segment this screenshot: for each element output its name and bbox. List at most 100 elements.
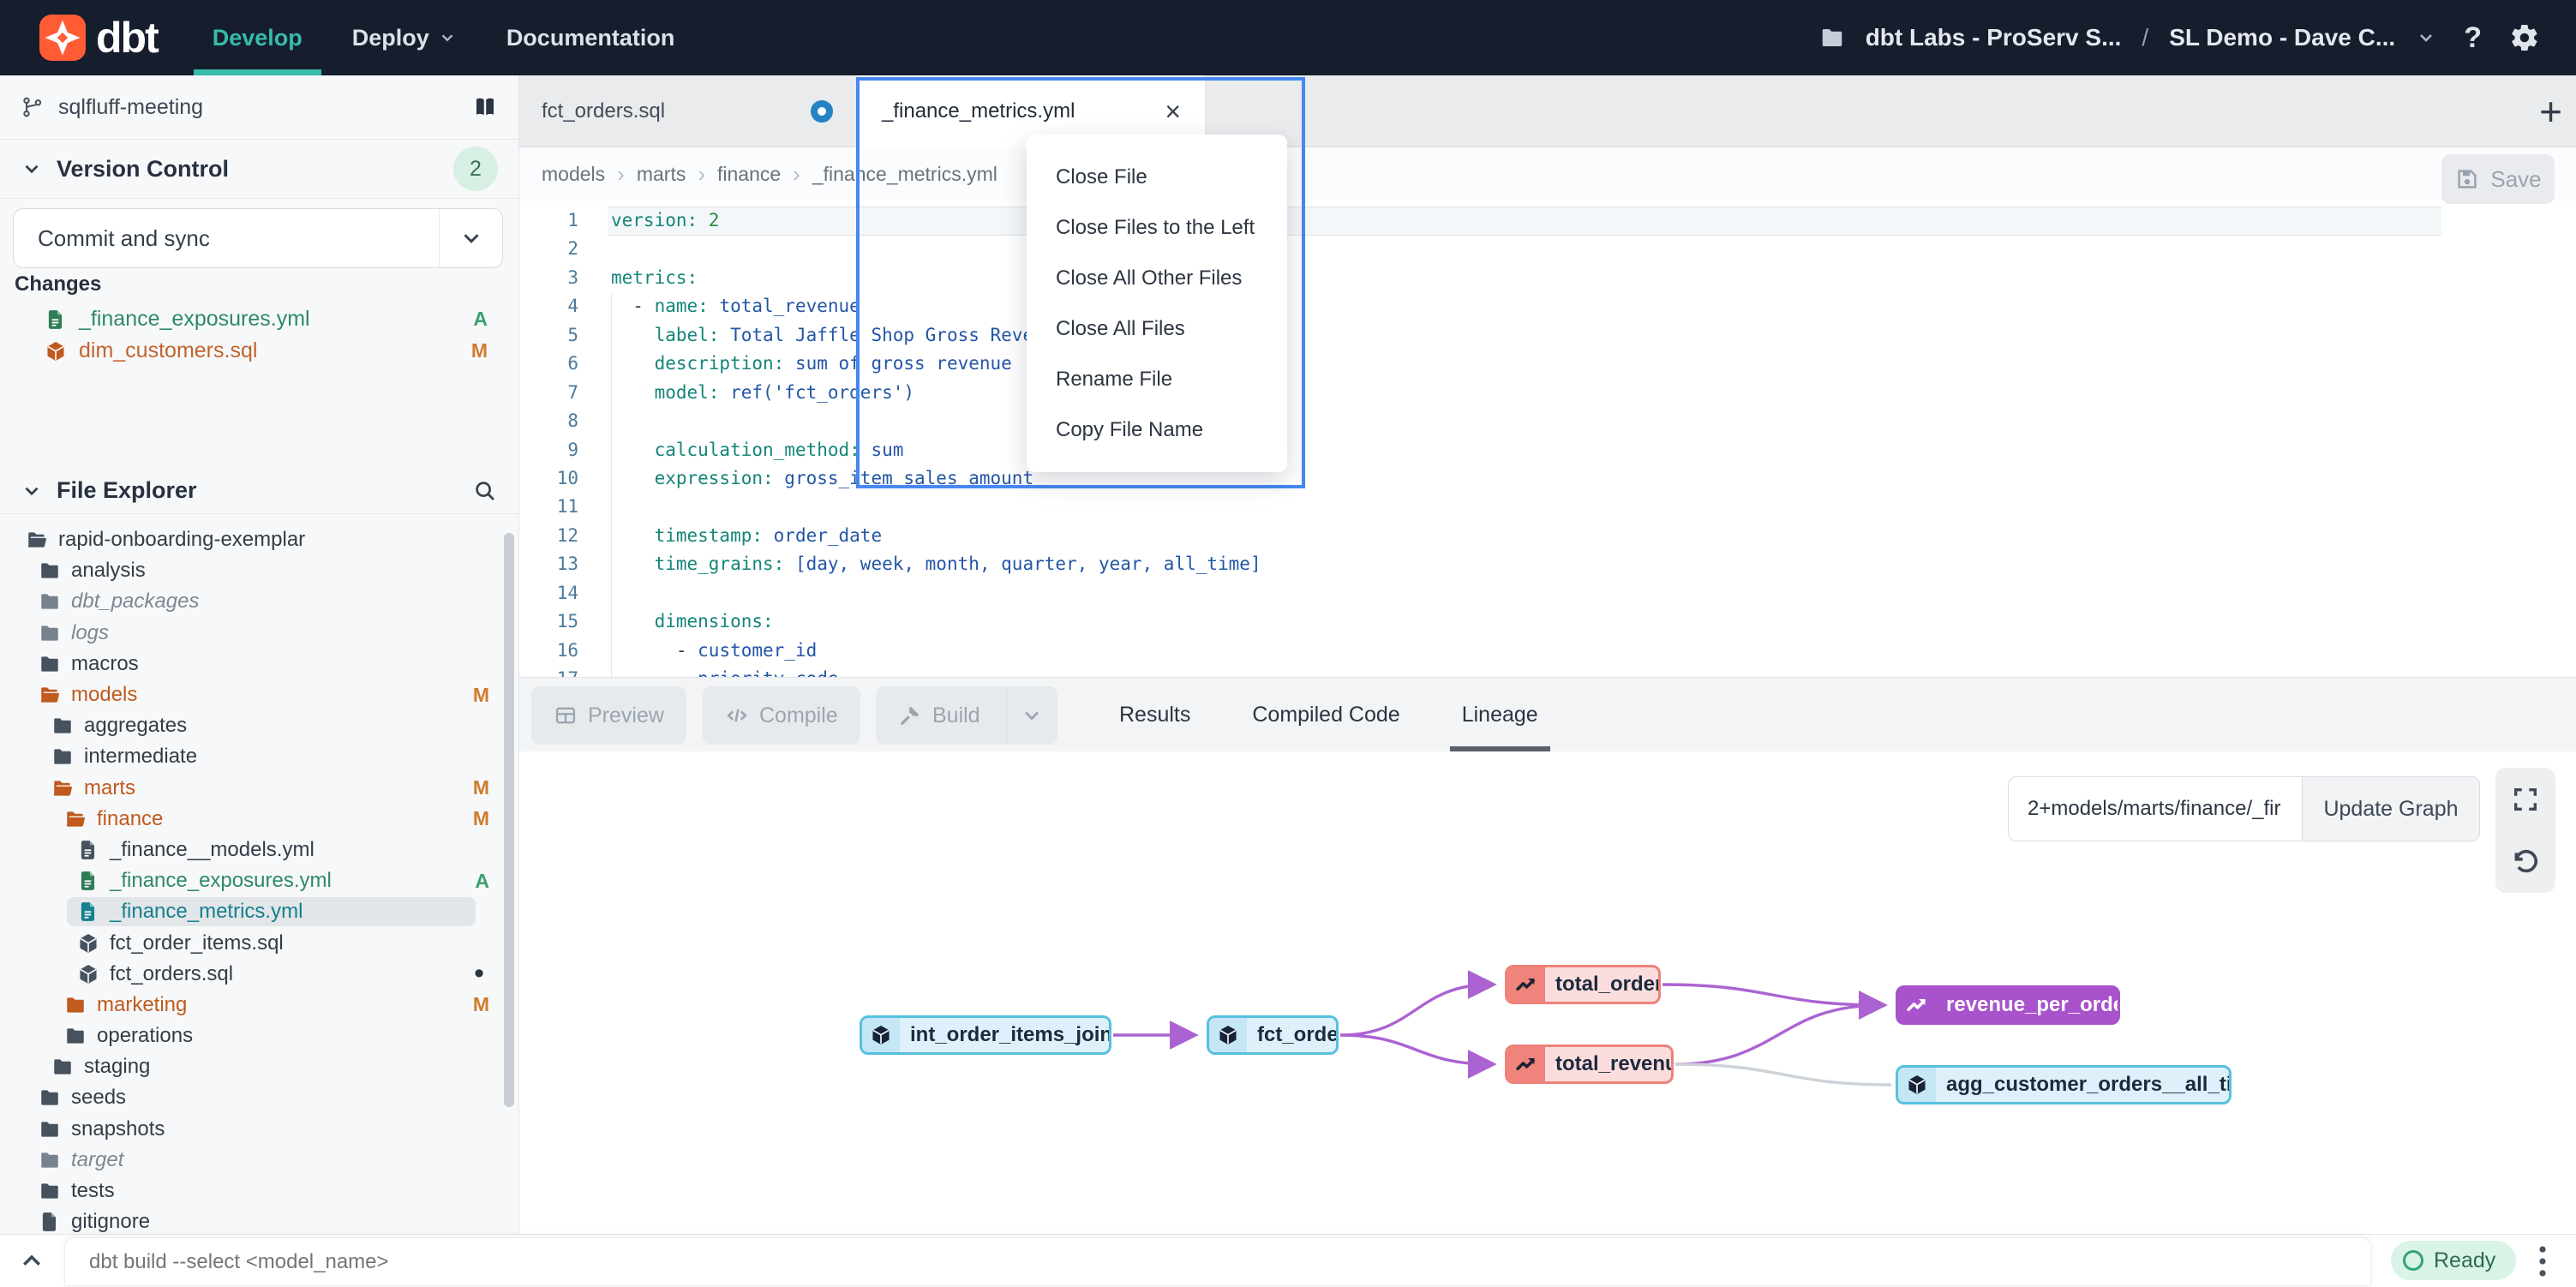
tree-item-models[interactable]: modelsM xyxy=(0,679,518,710)
changed-file-row[interactable]: _finance_exposures.ymlA xyxy=(0,303,518,335)
tree-item-seeds[interactable]: seeds xyxy=(0,1082,518,1113)
commit-options-dropdown[interactable] xyxy=(439,209,502,267)
context-menu-item-close-files-to-the-left[interactable]: Close Files to the Left xyxy=(1027,202,1287,253)
new-tab-button[interactable]: + xyxy=(2539,75,2562,147)
code-line-4[interactable]: 4 - name: total_revenue xyxy=(519,292,2576,320)
lineage-node-total_orders[interactable]: total_orders xyxy=(1505,965,1661,1004)
code-line-15[interactable]: 15 dimensions: xyxy=(519,608,2576,636)
tree-item--finance-metrics-yml[interactable]: _finance_metrics.yml xyxy=(0,896,518,927)
git-status-letter: A xyxy=(473,308,488,331)
gear-icon[interactable] xyxy=(2509,22,2540,53)
project-name[interactable]: SL Demo - Dave C... xyxy=(2169,24,2395,51)
tree-item-macros[interactable]: macros xyxy=(0,649,518,679)
help-button[interactable]: ? xyxy=(2464,21,2482,55)
code-line-10[interactable]: 10 expression: gross_item_sales_amount xyxy=(519,464,2576,493)
context-menu-item-close-file[interactable]: Close File xyxy=(1027,152,1287,202)
account-name[interactable]: dbt Labs - ProServ S... xyxy=(1866,24,2122,51)
changed-file-row[interactable]: dim_customers.sqlM xyxy=(0,335,518,367)
context-menu-item-close-all-files[interactable]: Close All Files xyxy=(1027,303,1287,354)
chevron-right-icon: › xyxy=(617,161,625,188)
code-line-12[interactable]: 12 timestamp: order_date xyxy=(519,522,2576,550)
chevron-up-icon[interactable] xyxy=(19,1248,45,1274)
code-line-13[interactable]: 13 time_grains: [day, week, month, quart… xyxy=(519,550,2576,578)
tree-item--finance-exposures-yml[interactable]: _finance_exposures.ymlA xyxy=(0,865,518,896)
code-line-5[interactable]: 5 label: Total Jaffle Shop Gross Revenue xyxy=(519,321,2576,350)
save-button[interactable]: Save xyxy=(2441,154,2555,204)
close-tab-icon[interactable]: × xyxy=(1165,98,1181,125)
lineage-node-agg_customer_orders__all_time[interactable]: agg_customer_orders__all_time xyxy=(1896,1065,2232,1104)
code-line-9[interactable]: 9 calculation_method: sum xyxy=(519,436,2576,464)
line-number: 3 xyxy=(519,264,578,292)
code-line-6[interactable]: 6 description: sum of gross revenue xyxy=(519,350,2576,378)
code-line-2[interactable]: 2 xyxy=(519,235,2576,263)
line-number: 9 xyxy=(519,436,578,464)
tree-item-staging[interactable]: staging xyxy=(0,1051,518,1082)
code-line-7[interactable]: 7 model: ref('fct_orders') xyxy=(519,379,2576,407)
kebab-menu-icon[interactable] xyxy=(2528,1240,2557,1283)
update-graph-button[interactable]: Update Graph xyxy=(2303,776,2480,841)
fullscreen-icon[interactable] xyxy=(2511,785,2540,814)
dbt-command-input[interactable] xyxy=(64,1237,2371,1286)
lineage-node-total_revenue[interactable]: total_revenue xyxy=(1505,1045,1674,1084)
lineage-filter-input[interactable] xyxy=(2008,776,2303,841)
lineage-node-revenue_per_order[interactable]: revenue_per_order xyxy=(1896,985,2120,1025)
command-bar: Ready xyxy=(0,1234,2576,1287)
nav-item-develop[interactable]: Develop xyxy=(213,0,303,75)
tree-item-finance[interactable]: financeM xyxy=(0,804,518,835)
tree-item-logs[interactable]: logs xyxy=(0,618,518,649)
breadcrumb-item[interactable]: finance xyxy=(717,163,781,186)
breadcrumb-item[interactable]: _finance_metrics.yml xyxy=(812,163,997,186)
file-explorer-header[interactable]: File Explorer xyxy=(0,468,518,514)
code-minimap[interactable] xyxy=(2441,209,2521,305)
tree-item-snapshots[interactable]: snapshots xyxy=(0,1114,518,1145)
code-line-11[interactable]: 11 xyxy=(519,493,2576,521)
tree-item-tests[interactable]: tests xyxy=(0,1176,518,1206)
context-menu-item-rename-file[interactable]: Rename File xyxy=(1027,354,1287,404)
commit-and-sync-button[interactable]: Commit and sync xyxy=(13,208,503,268)
line-number: 13 xyxy=(519,550,578,578)
code-line-14[interactable]: 14 xyxy=(519,579,2576,608)
tree-item-aggregates[interactable]: aggregates xyxy=(0,710,518,741)
tree-item-operations[interactable]: operations xyxy=(0,1021,518,1051)
tab-compiled-code[interactable]: Compiled Code xyxy=(1243,678,1408,752)
context-menu-item-close-all-other-files[interactable]: Close All Other Files xyxy=(1027,253,1287,303)
tree-item-gitignore[interactable]: gitignore xyxy=(0,1206,518,1234)
nav-item-documentation[interactable]: Documentation xyxy=(506,0,675,75)
code-editor[interactable]: 1version: 223metrics:4 - name: total_rev… xyxy=(519,201,2576,677)
tree-item-analysis[interactable]: analysis xyxy=(0,555,518,586)
code-line-1[interactable]: 1version: 2 xyxy=(519,207,2576,235)
context-menu-item-copy-file-name[interactable]: Copy File Name xyxy=(1027,404,1287,455)
git-branch-row[interactable]: sqlfluff-meeting xyxy=(0,75,518,140)
nav-item-deploy[interactable]: Deploy xyxy=(352,0,457,75)
build-button[interactable]: Build xyxy=(876,686,1057,745)
tree-item-target[interactable]: target xyxy=(0,1145,518,1176)
breadcrumb-item[interactable]: marts xyxy=(637,163,686,186)
code-line-17[interactable]: 17 - priority_code xyxy=(519,665,2576,677)
code-line-16[interactable]: 16 - customer_id xyxy=(519,637,2576,665)
build-options-dropdown[interactable] xyxy=(1006,686,1057,745)
search-icon[interactable] xyxy=(472,478,498,504)
lineage-canvas[interactable]: int_order_items_joined fct_orders total_or… xyxy=(519,751,2576,1234)
tree-item-marketing[interactable]: marketingM xyxy=(0,990,518,1021)
tab-results[interactable]: Results xyxy=(1111,678,1199,752)
tree-item--finance-models-yml[interactable]: _finance__models.yml xyxy=(0,835,518,865)
reset-view-icon[interactable] xyxy=(2511,847,2540,877)
tab-lineage[interactable]: Lineage xyxy=(1453,678,1547,752)
lineage-node-fct_orders[interactable]: fct_orders xyxy=(1207,1015,1339,1055)
tree-item-dbt-packages[interactable]: dbt_packages xyxy=(0,586,518,617)
preview-button[interactable]: Preview xyxy=(531,686,686,745)
code-line-8[interactable]: 8 xyxy=(519,407,2576,435)
lineage-node-int_order_items_joined[interactable]: int_order_items_joined xyxy=(860,1015,1111,1055)
tree-item-intermediate[interactable]: intermediate xyxy=(0,741,518,772)
tree-item-fct-orders-sql[interactable]: fct_orders.sql• xyxy=(0,959,518,990)
chevron-down-icon[interactable] xyxy=(2416,27,2436,48)
tree-item-rapid-onboarding-exemplar[interactable]: rapid-onboarding-exemplar xyxy=(0,524,518,555)
compile-button[interactable]: Compile xyxy=(703,686,860,745)
tree-item-marts[interactable]: martsM xyxy=(0,773,518,804)
tab-fct-orders[interactable]: fct_orders.sql xyxy=(519,75,855,147)
docs-book-icon[interactable] xyxy=(472,94,498,120)
tree-item-fct-order-items-sql[interactable]: fct_order_items.sql xyxy=(0,927,518,958)
version-control-header[interactable]: Version Control 2 xyxy=(0,140,518,199)
breadcrumb-item[interactable]: models xyxy=(542,163,605,186)
code-line-3[interactable]: 3metrics: xyxy=(519,264,2576,292)
